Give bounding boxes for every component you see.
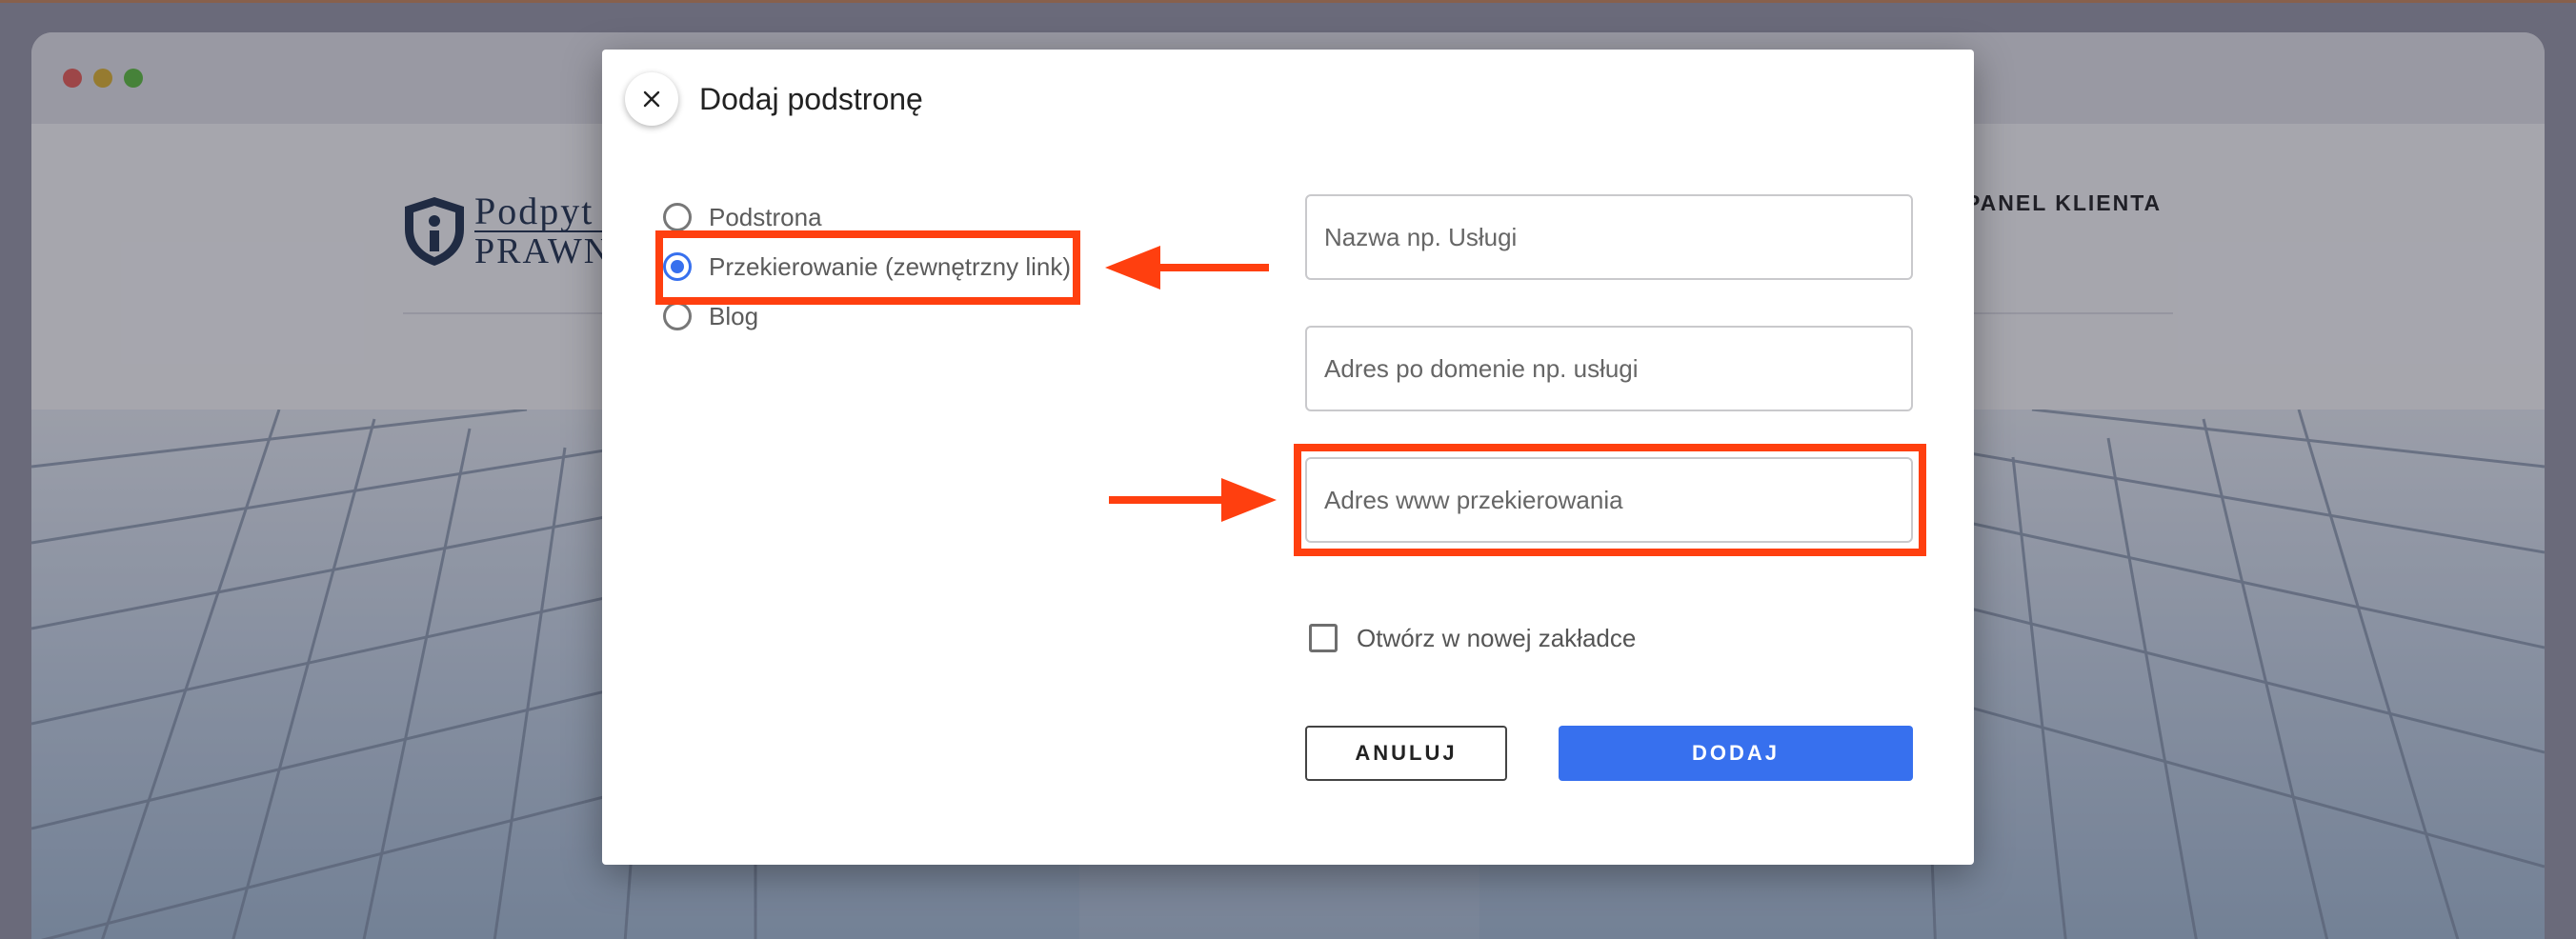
arrow-left-icon	[1105, 246, 1269, 290]
annotation-arrows	[1105, 246, 1277, 522]
arrow-right-icon	[1109, 478, 1277, 522]
